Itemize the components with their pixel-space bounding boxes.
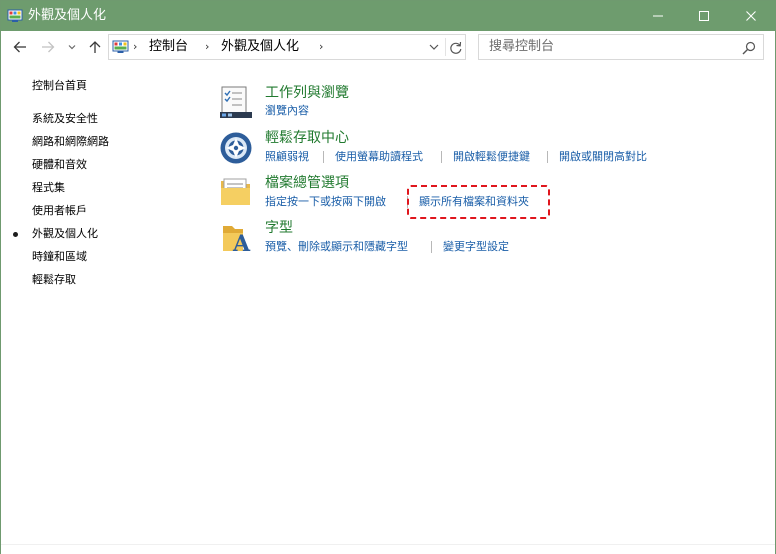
link-separator	[547, 151, 548, 163]
maximize-button[interactable]	[681, 1, 727, 31]
arrow-right-icon	[42, 41, 55, 53]
folder-options-icon[interactable]	[219, 175, 253, 209]
forward-button[interactable]	[37, 37, 59, 57]
breadcrumb-separator[interactable]: ›	[133, 40, 137, 54]
sidebar-item-clock-region[interactable]: 時鐘和區域	[32, 250, 87, 264]
address-bar[interactable]: › 控制台 › 外觀及個人化 ›	[108, 34, 466, 60]
svg-text:A: A	[232, 231, 251, 255]
ease-of-access-icon[interactable]	[219, 131, 253, 165]
arrow-left-icon	[13, 41, 26, 53]
highlight-annotation	[407, 185, 550, 219]
breadcrumb-separator[interactable]: ›	[319, 40, 323, 54]
refresh-button[interactable]	[445, 38, 463, 56]
control-panel-window: 外觀及個人化 › 控制台 › 外觀及個人化 › 搜尋控制台 控制台首頁 系統及安…	[0, 0, 776, 554]
chevron-down-icon[interactable]	[427, 40, 441, 54]
breadcrumb-separator[interactable]: ›	[205, 40, 209, 54]
link-turn-on-easy-access-keys[interactable]: 開啟輕鬆便捷鍵	[453, 150, 530, 164]
link-separator	[323, 151, 324, 163]
control-panel-icon	[112, 40, 129, 53]
search-input[interactable]: 搜尋控制台	[489, 39, 554, 55]
category-title-ease-of-access[interactable]: 輕鬆存取中心	[265, 129, 349, 147]
active-item-bullet	[13, 232, 18, 237]
link-separator	[441, 151, 442, 163]
window-bottom-edge	[1, 544, 775, 554]
sidebar: 控制台首頁 系統及安全性 網路和網際網路 硬體和音效 程式集 使用者帳戶 外觀及…	[1, 63, 201, 543]
up-button[interactable]	[84, 37, 106, 57]
chevron-down-icon	[68, 45, 76, 50]
arrow-up-icon	[89, 41, 101, 53]
control-panel-app-icon	[7, 9, 23, 22]
title-bar[interactable]: 外觀及個人化	[1, 1, 775, 31]
back-button[interactable]	[9, 37, 31, 57]
link-accommodate-low-vision[interactable]: 照顧弱視	[265, 150, 309, 164]
link-single-double-click[interactable]: 指定按一下或按兩下開啟	[265, 195, 386, 209]
close-button[interactable]	[728, 1, 774, 31]
sidebar-item-user-accounts[interactable]: 使用者帳戶	[32, 204, 87, 218]
sidebar-item-hardware-sound[interactable]: 硬體和音效	[32, 158, 87, 172]
category-title-file-explorer[interactable]: 檔案總管選項	[265, 174, 349, 192]
search-box[interactable]: 搜尋控制台	[478, 34, 764, 60]
link-navigation-properties[interactable]: 瀏覽內容	[265, 104, 309, 118]
breadcrumb-appearance[interactable]: 外觀及個人化	[221, 39, 299, 55]
sidebar-item-control-panel-home[interactable]: 控制台首頁	[32, 79, 87, 93]
sidebar-item-programs[interactable]: 程式集	[32, 181, 65, 195]
fonts-folder-icon[interactable]: A	[219, 221, 253, 255]
refresh-icon	[450, 41, 462, 54]
taskbar-navigation-icon[interactable]	[219, 85, 253, 119]
maximize-icon	[699, 11, 709, 21]
link-high-contrast[interactable]: 開啟或關閉高對比	[559, 150, 647, 164]
link-change-font-settings[interactable]: 變更字型設定	[443, 240, 509, 254]
category-title-taskbar[interactable]: 工作列與瀏覽	[265, 84, 349, 102]
search-icon[interactable]	[741, 40, 757, 56]
sidebar-item-system-security[interactable]: 系統及安全性	[32, 112, 98, 126]
close-icon	[746, 11, 756, 21]
minimize-button[interactable]	[635, 1, 681, 31]
breadcrumb-control-panel[interactable]: 控制台	[149, 39, 188, 55]
sidebar-item-network[interactable]: 網路和網際網路	[32, 135, 109, 149]
link-preview-delete-fonts[interactable]: 預覽、刪除或顯示和隱藏字型	[265, 240, 408, 254]
navigation-bar: › 控制台 › 外觀及個人化 › 搜尋控制台	[1, 31, 775, 63]
category-title-fonts[interactable]: 字型	[265, 219, 293, 237]
window-title: 外觀及個人化	[28, 8, 107, 23]
link-separator	[431, 241, 432, 253]
sidebar-item-appearance[interactable]: 外觀及個人化	[32, 227, 98, 241]
sidebar-item-ease-of-access[interactable]: 輕鬆存取	[32, 273, 76, 287]
recent-locations-button[interactable]	[65, 37, 79, 57]
minimize-icon	[653, 15, 663, 17]
link-use-screen-reader[interactable]: 使用螢幕助讀程式	[335, 150, 423, 164]
